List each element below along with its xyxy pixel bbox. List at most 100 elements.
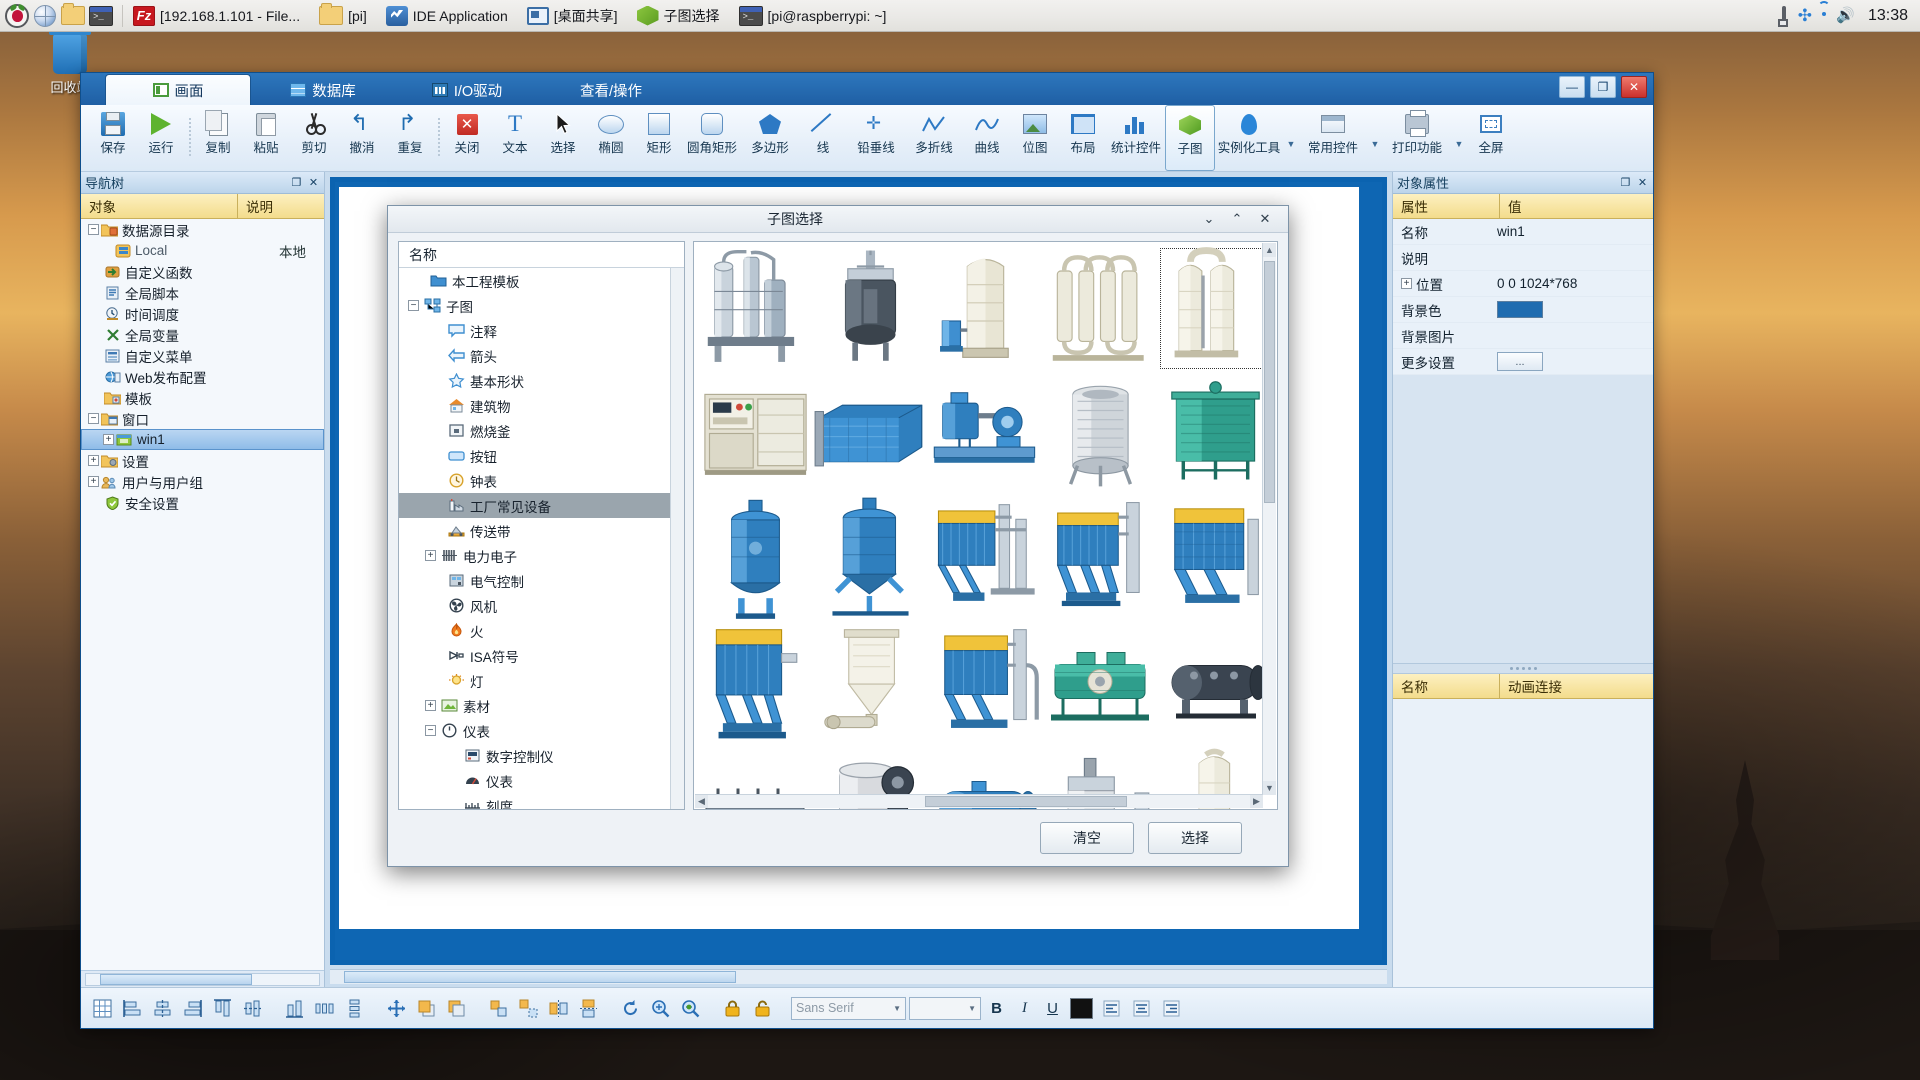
gallery-item-dust-collector[interactable]	[698, 621, 813, 746]
dialog-tree-item-button[interactable]: 按钮	[399, 443, 670, 468]
nav-item-users[interactable]: + 用户与用户组	[81, 471, 324, 492]
gallery-item-pulse-jet-filter[interactable]	[928, 621, 1043, 746]
gallery-item-baghouse-filter-a[interactable]	[928, 496, 1043, 621]
ribbon-cut-button[interactable]: 剪切	[290, 105, 338, 171]
expander[interactable]: +	[102, 433, 115, 446]
align-grid-icon[interactable]	[89, 995, 116, 1022]
dialog-tree-item-comment[interactable]: 注释	[399, 318, 670, 343]
nav-close-button[interactable]: ✕	[307, 176, 320, 189]
lock-icon[interactable]	[719, 995, 746, 1022]
dialog-tree-item-factory-equipment[interactable]: 工厂常见设备	[399, 493, 670, 518]
expander[interactable]: −	[87, 223, 100, 236]
ribbon-bitmap-button[interactable]: 位图	[1011, 105, 1059, 171]
gallery-item-pressure-vessel-b[interactable]	[813, 496, 928, 621]
taskbar-window-ide[interactable]: IDE Application	[380, 2, 519, 30]
ribbon-ellipse-button[interactable]: 椭圆	[587, 105, 635, 171]
bring-front-icon[interactable]	[413, 995, 440, 1022]
nav-item-custom-function[interactable]: 自定义函数	[81, 261, 324, 282]
nav-item-window-folder[interactable]: − 窗口	[81, 408, 324, 429]
align-left-icon[interactable]	[119, 995, 146, 1022]
gallery-item-horizontal-drum[interactable]	[1158, 621, 1273, 746]
instantiate-dropdown-chevron-icon[interactable]: ▼	[1283, 105, 1299, 171]
eject-icon[interactable]	[1781, 5, 1786, 26]
nav-item-settings[interactable]: + 设置	[81, 450, 324, 471]
dialog-tree-scrollbar[interactable]	[670, 268, 684, 809]
property-value[interactable]	[1491, 301, 1653, 318]
taskbar-window-terminal[interactable]: >_ [pi@raspberrypi: ~]	[733, 2, 898, 30]
zoom-in-icon[interactable]	[647, 995, 674, 1022]
dialog-restore-button[interactable]: ⌃	[1230, 211, 1244, 227]
properties-close-button[interactable]: ✕	[1636, 176, 1649, 189]
gallery-item-baghouse-filter-b[interactable]	[1043, 496, 1158, 621]
align-center-h-icon[interactable]	[149, 995, 176, 1022]
ribbon-copy-button[interactable]: 复制	[194, 105, 242, 171]
nav-item-security[interactable]: 安全设置	[81, 492, 324, 513]
dialog-tree-item-conveyor[interactable]: 传送带	[399, 518, 670, 543]
equipment-gallery[interactable]: ▲ ▼ ◀ ▶	[693, 241, 1278, 810]
dialog-tree-item-buildings[interactable]: 建筑物	[399, 393, 670, 418]
scroll-right-arrow-icon[interactable]: ▶	[1250, 795, 1263, 808]
tab-view-operate[interactable]: 查看/操作	[539, 75, 683, 105]
ribbon-undo-button[interactable]: ↰ 撤消	[338, 105, 386, 171]
ribbon-layout-button[interactable]: 布局	[1059, 105, 1107, 171]
scroll-down-arrow-icon[interactable]: ▼	[1263, 781, 1276, 795]
italic-button[interactable]: I	[1012, 996, 1037, 1021]
dialog-tree-item-scale[interactable]: 刻度	[399, 793, 670, 809]
expander[interactable]: +	[425, 550, 436, 561]
unlock-icon[interactable]	[749, 995, 776, 1022]
clear-button[interactable]: 清空	[1040, 822, 1134, 854]
nav-item-web-publish[interactable]: Web发布配置	[81, 366, 324, 387]
same-size-icon[interactable]	[383, 995, 410, 1022]
flip-h-icon[interactable]	[545, 995, 572, 1022]
dialog-category-tree[interactable]: 名称 本工程模板 − 子图 注释 箭头 基本形状 建筑物 燃烧釜 按钮 钟表 工…	[398, 241, 685, 810]
gallery-item-pump-skid[interactable]	[928, 371, 1043, 496]
property-value[interactable]: ...	[1491, 352, 1653, 371]
dialog-titlebar[interactable]: 子图选择 ⌄ ⌃ ✕	[388, 206, 1288, 233]
dialog-tree-item-lamp[interactable]: 灯	[399, 668, 670, 693]
dialog-tree-item-power-electronics[interactable]: + 电力电子	[399, 543, 670, 568]
ribbon-run-button[interactable]: 运行	[137, 105, 185, 171]
tab-database[interactable]: 数据库	[251, 75, 395, 105]
dialog-tree-list[interactable]: 本工程模板 − 子图 注释 箭头 基本形状 建筑物 燃烧釜 按钮 钟表 工厂常见…	[399, 268, 670, 809]
more-settings-button[interactable]: ...	[1497, 352, 1543, 371]
text-align-left-icon[interactable]	[1098, 995, 1125, 1022]
minimize-button[interactable]: —	[1559, 76, 1585, 98]
navigation-tree[interactable]: − 数据源目录 Local 本地 自定义函数 全局脚本 时间调度 全局变量 自定…	[81, 219, 324, 970]
gallery-item-pressure-vessel-a[interactable]	[698, 496, 813, 621]
panel-splitter-grip[interactable]	[1393, 663, 1653, 674]
flip-v-icon[interactable]	[575, 995, 602, 1022]
taskbar-window-subdiagram[interactable]: 子图选择	[631, 2, 731, 30]
properties-float-button[interactable]: ❐	[1619, 176, 1632, 189]
maximize-button[interactable]: ❐	[1590, 76, 1616, 98]
select-button[interactable]: 选择	[1148, 822, 1242, 854]
dialog-tree-item-project-template[interactable]: 本工程模板	[399, 268, 670, 293]
expander[interactable]: +	[425, 700, 436, 711]
canvas-horizontal-scrollbar[interactable]	[330, 969, 1387, 984]
taskbar-window-desktop-share[interactable]: [桌面共享]	[521, 2, 629, 30]
print-dropdown-chevron-icon[interactable]: ▼	[1451, 105, 1467, 171]
send-back-icon[interactable]	[443, 995, 470, 1022]
file-manager-icon[interactable]	[60, 3, 86, 29]
ribbon-polygon-button[interactable]: 多边形	[741, 105, 799, 171]
text-align-center-icon[interactable]	[1128, 995, 1155, 1022]
nav-item-template[interactable]: 模板	[81, 387, 324, 408]
dialog-minimize-button[interactable]: ⌄	[1202, 211, 1216, 227]
color-swatch[interactable]	[1497, 301, 1543, 318]
dialog-tree-item-subdiagram[interactable]: − 子图	[399, 293, 670, 318]
close-button[interactable]: ✕	[1621, 76, 1647, 98]
tab-screen[interactable]: 画面	[105, 74, 251, 105]
gallery-item-horizontal-mixer[interactable]	[1043, 621, 1158, 746]
scrollbar-thumb[interactable]	[1264, 261, 1275, 503]
ribbon-subdiagram-button[interactable]: 子图	[1165, 105, 1215, 171]
volume-icon[interactable]: 🔊	[1836, 8, 1856, 24]
ribbon-curve-button[interactable]: 曲线	[963, 105, 1011, 171]
rotate-icon[interactable]	[617, 995, 644, 1022]
ribbon-statistics-button[interactable]: 统计控件	[1107, 105, 1165, 171]
ribbon-common-controls-button[interactable]: 常用控件	[1299, 105, 1367, 171]
property-value[interactable]: win1	[1491, 224, 1653, 239]
ribbon-save-button[interactable]: 保存	[89, 105, 137, 171]
expander[interactable]: −	[87, 412, 100, 425]
gallery-item-distillation-column-unit[interactable]	[698, 246, 813, 371]
ribbon-close-button[interactable]: ✕ 关闭	[443, 105, 491, 171]
terminal-icon[interactable]: >_	[88, 3, 114, 29]
